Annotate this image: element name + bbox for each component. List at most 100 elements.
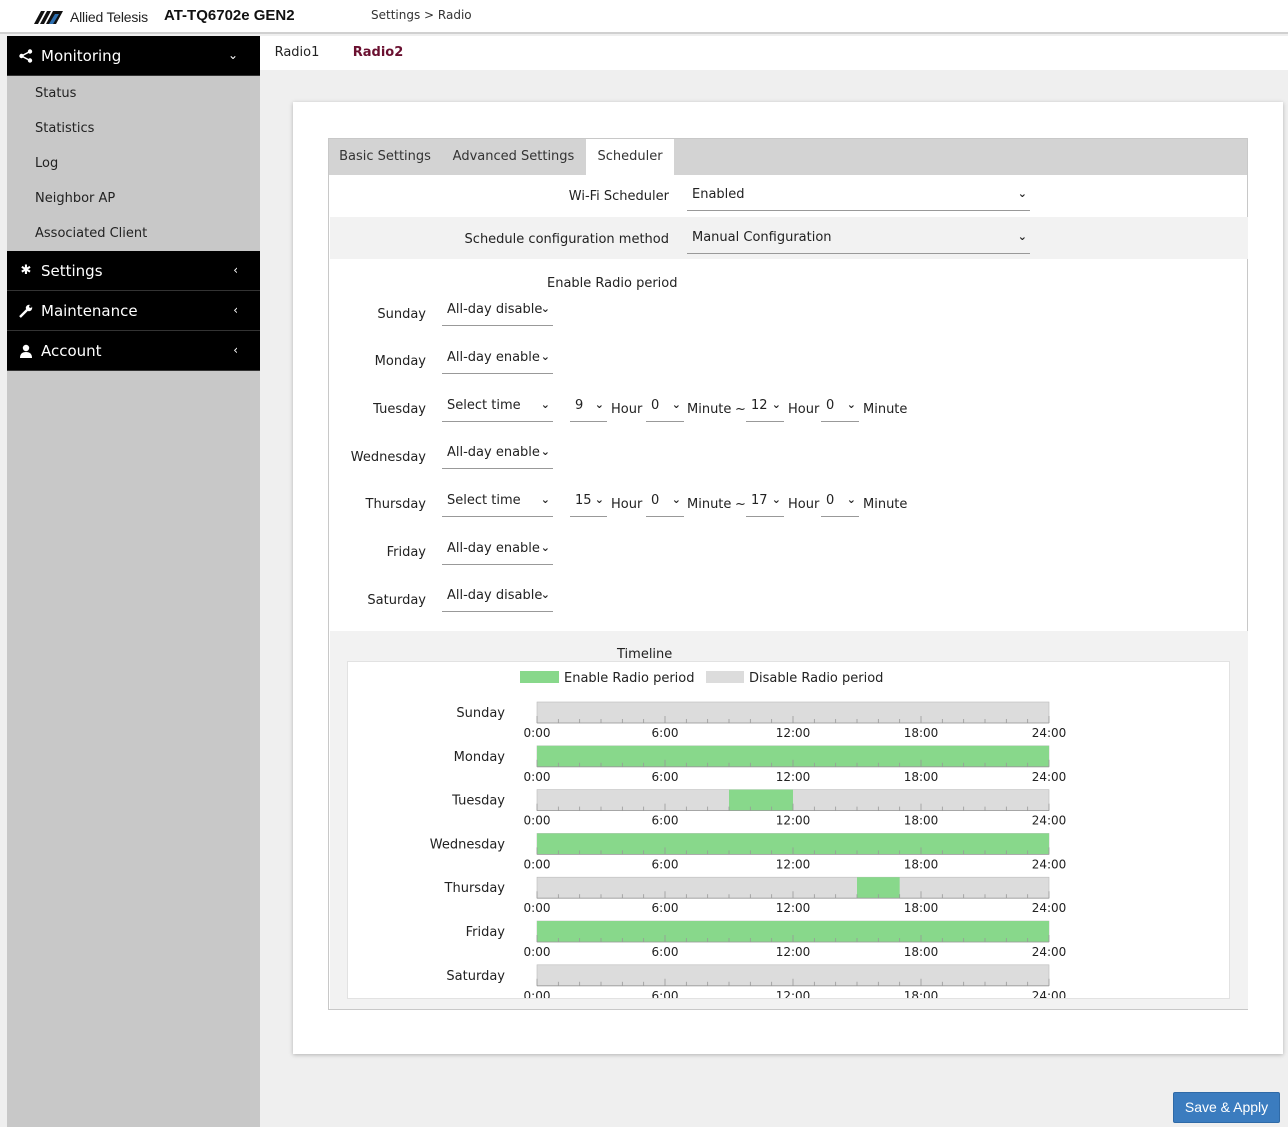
settings-panel: Basic Settings Advanced Settings Schedul… xyxy=(328,138,1248,1010)
timeline-tick-label: 18:00 xyxy=(904,770,939,784)
chevron-down-icon: ⌄ xyxy=(771,493,781,506)
select-value: 9 xyxy=(575,398,584,413)
timeline-tick-label: 12:00 xyxy=(776,726,811,740)
timeline-tick-label: 6:00 xyxy=(652,726,679,740)
sidebar-item-statistics[interactable]: Statistics xyxy=(7,111,260,146)
legend-label-disable: Disable Radio period xyxy=(749,671,883,686)
sidebar-item-associated-client[interactable]: Associated Client xyxy=(7,216,260,251)
timeline-tick-label: 6:00 xyxy=(652,814,679,828)
timeline-tick-label: 12:00 xyxy=(776,901,811,915)
share-icon xyxy=(17,48,35,63)
timeline-tick-label: 6:00 xyxy=(652,945,679,959)
timeline-tick-label: 0:00 xyxy=(524,770,551,784)
timeline-tick-label: 0:00 xyxy=(524,814,551,828)
save-apply-button[interactable]: Save & Apply xyxy=(1173,1092,1280,1123)
wifi-scheduler-select[interactable]: Enabled ⌄ xyxy=(687,185,1030,211)
period-title: Enable Radio period xyxy=(547,276,678,291)
chevron-down-icon: ⌄ xyxy=(594,398,604,411)
timeline-day-label: Tuesday xyxy=(451,794,505,809)
timeline-tick-label: 12:00 xyxy=(776,857,811,871)
timeline-tick-label: 24:00 xyxy=(1032,770,1067,784)
timeline-chart: Enable Radio period Disable Radio period S… xyxy=(347,661,1230,999)
chevron-down-icon: ⌄ xyxy=(671,398,681,411)
tuesday-start-hour-select[interactable]: 9 ⌄ xyxy=(570,396,607,422)
chevron-down-icon: ⌄ xyxy=(540,445,550,458)
sidebar-item-neighbor-ap[interactable]: Neighbor AP xyxy=(7,181,260,216)
select-value: 0 xyxy=(826,398,835,413)
timeline-tick-label: 24:00 xyxy=(1032,726,1067,740)
sidebar-item-log[interactable]: Log xyxy=(7,146,260,181)
tab-advanced-settings[interactable]: Advanced Settings xyxy=(441,139,586,175)
thursday-mode-select[interactable]: Select time ⌄ xyxy=(442,491,553,517)
sunday-mode-select[interactable]: All-day disable ⌄ xyxy=(442,300,553,326)
select-value: Select time xyxy=(447,398,521,413)
timeline-tick-label: 6:00 xyxy=(652,989,679,998)
chevron-down-icon: ⌄ xyxy=(671,493,681,506)
timeline-tick-label: 24:00 xyxy=(1032,901,1067,915)
select-value: All-day enable xyxy=(447,350,540,365)
chevron-down-icon: ⌄ xyxy=(1017,230,1027,243)
timeline-day-label: Saturday xyxy=(446,969,505,984)
thursday-start-minute-select[interactable]: 0 ⌄ xyxy=(646,491,684,517)
sidebar-item-status[interactable]: Status xyxy=(7,76,260,111)
select-value: Enabled xyxy=(692,187,745,202)
chevron-down-icon: ⌄ xyxy=(540,588,550,601)
timeline-tick-label: 0:00 xyxy=(524,945,551,959)
sidebar-section-label: Maintenance xyxy=(41,301,138,320)
schedule-method-select[interactable]: Manual Configuration ⌄ xyxy=(687,228,1030,254)
chevron-down-icon: ⌄ xyxy=(227,48,238,62)
timeline-tick-label: 12:00 xyxy=(776,814,811,828)
chevron-left-icon: ‹ xyxy=(233,343,238,357)
timeline-tick-label: 18:00 xyxy=(904,726,939,740)
day-label-thursday: Thursday xyxy=(365,497,426,512)
sidebar: Monitoring ⌄ Status Statistics Log Neigh… xyxy=(7,36,260,1127)
top-bar: Allied Telesis AT-TQ6702e GEN2 Settings … xyxy=(0,0,1288,34)
friday-mode-select[interactable]: All-day enable ⌄ xyxy=(442,539,553,565)
sidebar-section-label: Account xyxy=(41,341,102,360)
legend-swatch-enable xyxy=(520,671,559,683)
monday-mode-select[interactable]: All-day enable ⌄ xyxy=(442,348,553,374)
saturday-mode-select[interactable]: All-day disable ⌄ xyxy=(442,586,553,612)
timeline-tick-label: 24:00 xyxy=(1032,857,1067,871)
tab-basic-settings[interactable]: Basic Settings xyxy=(329,139,441,175)
chevron-down-icon: ⌄ xyxy=(540,302,550,315)
select-value: 0 xyxy=(651,493,660,508)
range-tilde: ~ xyxy=(735,497,746,512)
thursday-start-hour-select[interactable]: 15 ⌄ xyxy=(570,491,607,517)
timeline-tick-label: 0:00 xyxy=(524,901,551,915)
timeline-tick-label: 24:00 xyxy=(1032,945,1067,959)
tuesday-start-minute-select[interactable]: 0 ⌄ xyxy=(646,396,684,422)
chevron-down-icon: ⌄ xyxy=(1017,187,1027,200)
timeline-tick-label: 18:00 xyxy=(904,901,939,915)
timeline-day-label: Friday xyxy=(466,925,506,940)
tab-radio1[interactable]: Radio1 xyxy=(272,36,322,70)
sidebar-section-account[interactable]: Account ‹ xyxy=(7,331,260,371)
select-value: All-day disable xyxy=(447,588,543,603)
sidebar-section-settings[interactable]: ✱ Settings ‹ xyxy=(7,251,260,291)
chevron-left-icon: ‹ xyxy=(233,263,238,277)
tab-scheduler[interactable]: Scheduler xyxy=(586,139,674,175)
hour-label: Hour xyxy=(788,497,820,512)
tab-radio2[interactable]: Radio2 xyxy=(342,36,414,70)
chevron-down-icon: ⌄ xyxy=(540,493,550,506)
wednesday-mode-select[interactable]: All-day enable ⌄ xyxy=(442,443,553,469)
timeline-day-label: Monday xyxy=(454,750,506,765)
allied-telesis-logo: Allied Telesis xyxy=(34,7,148,27)
timeline-tick-label: 12:00 xyxy=(776,945,811,959)
thursday-end-minute-select[interactable]: 0 ⌄ xyxy=(821,491,859,517)
sidebar-section-label: Monitoring xyxy=(41,46,122,65)
sidebar-section-maintenance[interactable]: Maintenance ‹ xyxy=(7,291,260,331)
timeline-day-label: Sunday xyxy=(456,706,505,721)
chevron-left-icon: ‹ xyxy=(233,303,238,317)
chevron-down-icon: ⌄ xyxy=(846,493,856,506)
timeline-tick-label: 0:00 xyxy=(524,857,551,871)
sidebar-section-monitoring[interactable]: Monitoring ⌄ xyxy=(7,36,260,76)
tuesday-mode-select[interactable]: Select time ⌄ xyxy=(442,396,553,422)
select-value: 0 xyxy=(826,493,835,508)
timeline-tick-label: 18:00 xyxy=(904,857,939,871)
tuesday-end-hour-select[interactable]: 12 ⌄ xyxy=(746,396,784,422)
thursday-end-hour-select[interactable]: 17 ⌄ xyxy=(746,491,784,517)
schedule-method-label: Schedule configuration method xyxy=(464,232,669,247)
range-tilde: ~ xyxy=(735,402,746,417)
tuesday-end-minute-select[interactable]: 0 ⌄ xyxy=(821,396,859,422)
